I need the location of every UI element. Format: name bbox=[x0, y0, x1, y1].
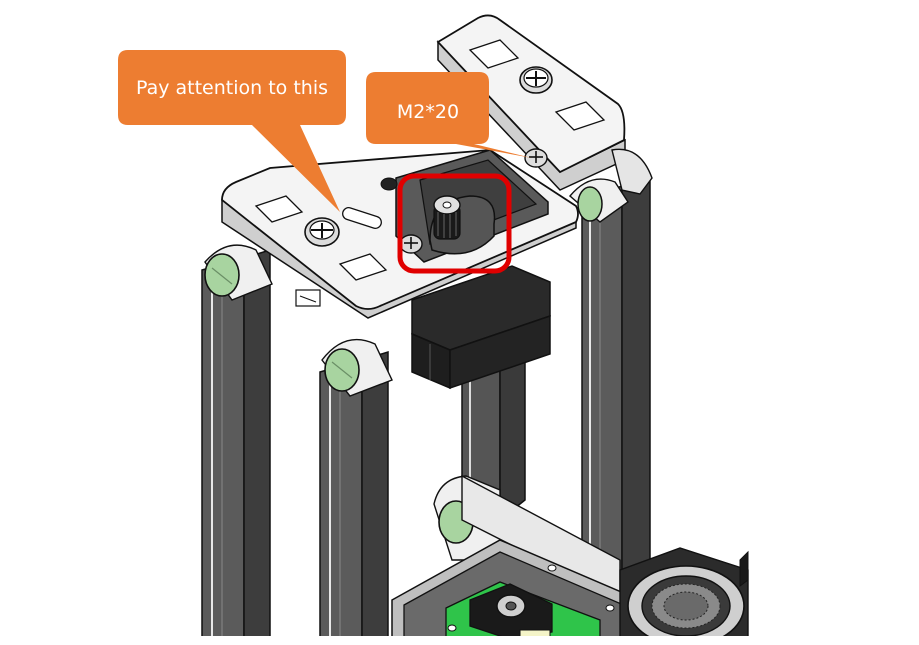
screw-head-icon bbox=[519, 66, 553, 94]
assembly-diagram: Pay attention to this M2*20 bbox=[0, 14, 919, 645]
m2-screw-icon bbox=[524, 148, 548, 168]
callout-screw-text: M2*20 bbox=[397, 101, 459, 123]
callout-attention-text: Pay attention to this bbox=[136, 77, 328, 99]
speaker-grille-icon bbox=[619, 547, 749, 645]
screw-head-icon bbox=[304, 217, 340, 247]
left-column bbox=[201, 248, 271, 641]
screw-head-icon bbox=[399, 234, 423, 254]
side-connector bbox=[295, 289, 321, 307]
